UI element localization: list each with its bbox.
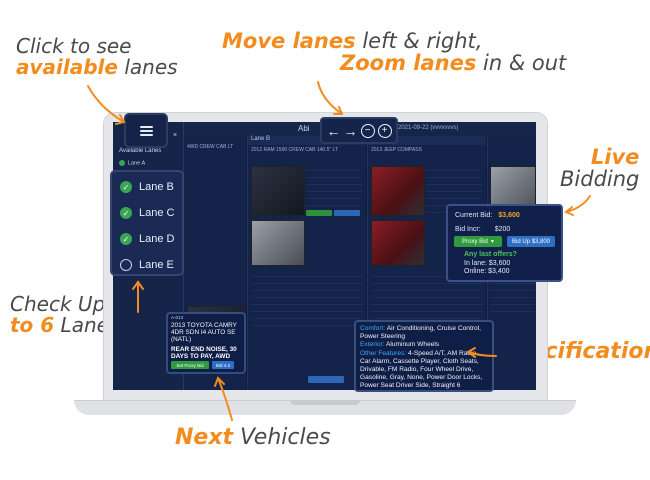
lane-b-vehicle: 2012 RAM 1500 CREW CAB 140.5" LT	[251, 147, 338, 153]
bid-incr-value: $200	[494, 226, 511, 233]
lane-b-column: Lane B 2012 RAM 1500 CREW CAB 140.5" LT	[247, 136, 366, 390]
live-bid-panel: Current Bid: $3,600 Bid Incr: $200 Proxy B…	[446, 204, 563, 282]
arrow-right-icon[interactable]: →	[344, 124, 358, 138]
lane-c-vehicle: 2013 JEEP COMPASS	[371, 147, 422, 153]
lane-b-photo-main	[251, 166, 305, 216]
last-offers-prompt: Any last offers?	[464, 251, 517, 258]
vehicle-bid-button[interactable]: Bid 4.3	[212, 361, 234, 369]
annotation-next-highlight: Next	[175, 425, 234, 450]
menu-button[interactable]	[124, 113, 168, 148]
annotation-lanes-post: lanes	[124, 55, 178, 79]
lane-option-label: Lane B	[139, 181, 174, 193]
annotation-next-post: Vehicles	[240, 425, 331, 450]
annotation-available-lanes: Click to see available lanes	[16, 36, 178, 78]
arrow-to-bid-head	[564, 206, 574, 216]
lane-option-c[interactable]: ✓ Lane C	[120, 204, 174, 222]
bid-incr-label: Bid Incr:	[455, 226, 481, 233]
lane-b-bid-mini[interactable]	[334, 210, 360, 216]
arrow-to-bid	[565, 195, 591, 213]
side-panel-title: Available Lanes	[119, 148, 162, 154]
lane-option-label: Lane D	[139, 233, 175, 245]
annotation-move-post: left & right,	[362, 29, 483, 53]
vehicle-title: 2013 TOYOTA CAMRY 4DR SDN I4 AUTO SE (NA…	[171, 322, 237, 343]
zoom-out-icon[interactable]: −	[360, 123, 375, 138]
app-title: Abi	[298, 124, 310, 133]
lane-selector: ✓ Lane B ✓ Lane C ✓ Lane D Lane E	[110, 170, 184, 276]
lane-option-d[interactable]: ✓ Lane D	[120, 230, 174, 248]
annotation-lanes-highlight: available	[16, 55, 118, 79]
current-bid-label: Current Bid:	[455, 212, 493, 219]
lane-c-photo-main	[371, 166, 425, 216]
side-lane-a-label: Lane A	[128, 160, 146, 167]
annotation-zoom-highlight: Zoom lanes	[340, 51, 477, 76]
lane-a-vehicle: 4WD CREW CAB LT	[187, 144, 234, 150]
lane-b-specs	[251, 270, 363, 326]
arrow-left-icon[interactable]: ←	[327, 124, 341, 138]
vehicle-card: A-013 2013 TOYOTA CAMRY 4DR SDN I4 AUTO …	[166, 312, 246, 374]
online-bid: Online: $3,400	[464, 268, 510, 275]
bid-up-button[interactable]: Bid Up $3,800	[507, 236, 555, 247]
hamburger-icon	[139, 125, 153, 136]
annotation-next-vehicles: Next Vehicles	[175, 426, 331, 449]
proxy-bid-label: Proxy Bid	[462, 238, 488, 245]
check-icon: ✓	[120, 207, 132, 219]
set-proxy-bid-button[interactable]: Set Proxy Bid	[171, 361, 209, 369]
laptop-notch	[290, 400, 360, 405]
current-bid: Current Bid: $3,600	[455, 212, 520, 219]
annotation-zoom-post: in & out	[483, 51, 567, 76]
unchecked-circle-icon	[120, 259, 132, 271]
chevron-down-icon: ▾	[490, 239, 494, 245]
lane-b-view-full[interactable]	[308, 376, 344, 383]
annotation-live-bidding: Live Bidding	[560, 146, 639, 190]
side-panel-close[interactable]: ×	[173, 132, 177, 139]
spec-other-label: Other Features:	[360, 349, 407, 357]
arrow-to-controls	[317, 81, 343, 115]
check-icon: ✓	[120, 181, 132, 193]
specifications-panel: Comfort: Air Conditioning, Cruise Contro…	[354, 320, 494, 392]
vehicle-lot-number: A-013	[171, 315, 184, 320]
annotation-move-zoom: Move lanes left & right, Zoom lanes in &…	[222, 30, 566, 74]
annotation-check-highlight: to 6	[10, 313, 55, 337]
annotation-live-highlight: Live	[590, 145, 640, 169]
session-date: 2021-09-22 (vvvvvvvs)	[398, 125, 459, 131]
spec-exterior-value: Aluminum Wheels	[386, 341, 440, 349]
lane-b-proxy-mini[interactable]	[306, 210, 332, 216]
lane-b-photo-next	[251, 220, 305, 266]
spec-comfort-label: Comfort:	[360, 325, 386, 332]
in-lane-bid: In lane: $3,600	[464, 260, 511, 267]
bid-increment: Bid Incr: $200	[455, 226, 510, 233]
lane-controls: ← → − +	[320, 117, 398, 144]
annotation-live-post: Bidding	[560, 167, 640, 192]
lane-option-label: Lane C	[139, 207, 175, 219]
side-lane-a[interactable]: Lane A	[119, 160, 145, 166]
lane-option-label: Lane E	[139, 259, 174, 271]
annotation-move-highlight: Move lanes	[222, 29, 356, 53]
check-icon	[119, 160, 125, 166]
check-icon: ✓	[120, 233, 132, 245]
lane-option-b[interactable]: ✓ Lane B	[120, 178, 174, 196]
current-bid-value: $3,600	[498, 212, 520, 219]
zoom-in-icon[interactable]: +	[377, 123, 392, 138]
spec-exterior-label: Exterior:	[360, 341, 385, 349]
proxy-bid-button[interactable]: Proxy Bid ▾	[454, 236, 502, 247]
vehicle-notes: REAR END NOISE, 30 DAYS TO PAY, AWD	[171, 346, 237, 360]
lane-c-photo-next	[371, 220, 425, 266]
lane-option-e[interactable]: Lane E	[120, 256, 174, 274]
lane-b-details	[306, 164, 362, 213]
